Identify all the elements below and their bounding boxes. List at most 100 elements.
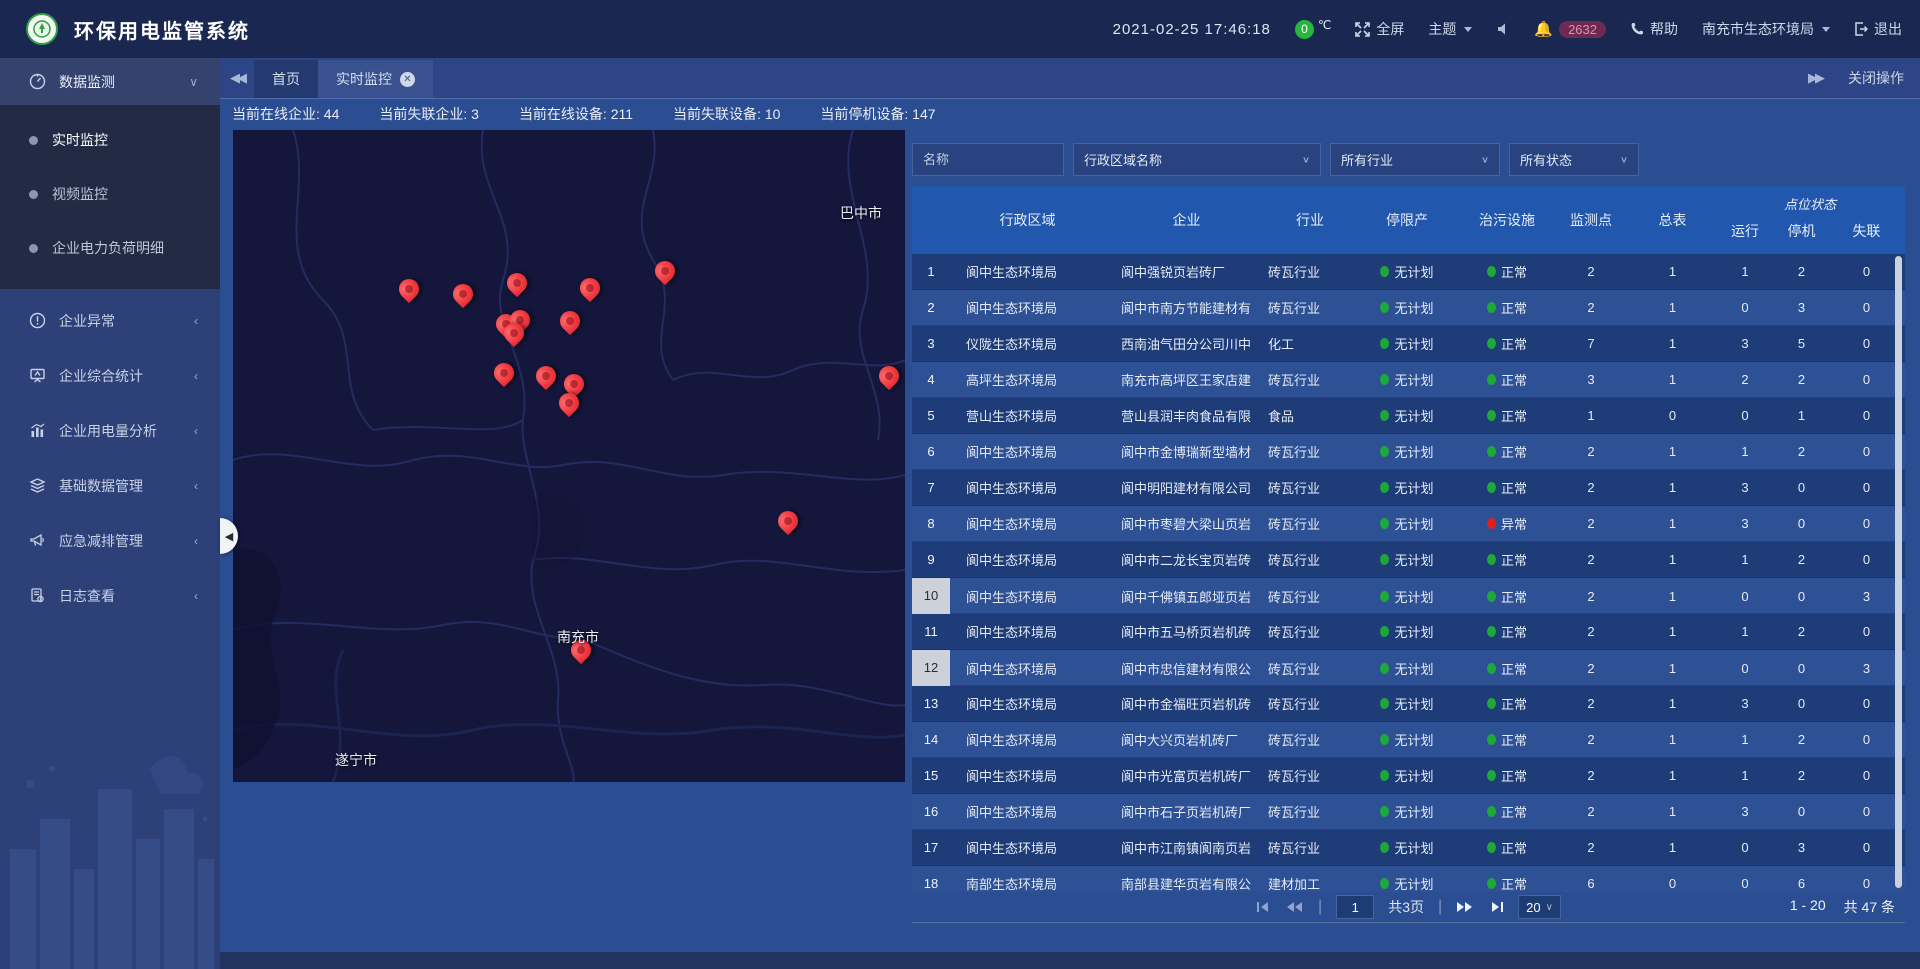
- cell-stopped: 2: [1775, 264, 1828, 279]
- sidebar-item-base-data[interactable]: 基础数据管理 ‹: [0, 462, 220, 509]
- tabs-scroll-left-button[interactable]: ◀◀: [220, 58, 254, 98]
- sidebar-subitem[interactable]: 实时监控: [0, 113, 220, 167]
- table-row[interactable]: 6 阆中生态环境局 阆中市金博瑞新型墙材 砖瓦行业 无计划 正常 2 1 1 2…: [912, 434, 1905, 470]
- table-row[interactable]: 4 高坪生态环境局 南充市高坪区王家店建 砖瓦行业 无计划 正常 3 1 2 2…: [912, 362, 1905, 398]
- table-row[interactable]: 2 阆中生态环境局 阆中市南方节能建材有 砖瓦行业 无计划 正常 2 1 0 3…: [912, 290, 1905, 326]
- table-row[interactable]: 16 阆中生态环境局 阆中市石子页岩机砖厂 砖瓦行业 无计划 正常 2 1 3 …: [912, 794, 1905, 830]
- status-dot-icon: [1487, 806, 1496, 817]
- tab-realtime-monitor[interactable]: 实时监控 ✕: [318, 60, 433, 98]
- col-lost: 失联: [1828, 221, 1905, 241]
- stat-item: 当前在线企业: 44: [232, 104, 339, 124]
- row-index: 4: [912, 372, 950, 387]
- status-dot-icon: [1380, 302, 1389, 313]
- cell-industry: 砖瓦行业: [1268, 550, 1352, 569]
- table-row[interactable]: 14 阆中生态环境局 阆中大兴页岩机砖厂 砖瓦行业 无计划 正常 2 1 1 2…: [912, 722, 1905, 758]
- cell-facility-status: 正常: [1462, 370, 1552, 389]
- page-number-input[interactable]: [1336, 895, 1374, 919]
- sidebar-subitem[interactable]: 企业电力负荷明细: [0, 221, 220, 275]
- table-row[interactable]: 17 阆中生态环境局 阆中市江南镇阆南页岩 砖瓦行业 无计划 正常 2 1 0 …: [912, 830, 1905, 866]
- cell-stopped: 2: [1775, 732, 1828, 747]
- cell-lost: 0: [1828, 372, 1905, 387]
- presentation-board-icon: [27, 367, 47, 384]
- chevron-down-icon: ∨: [1302, 154, 1310, 164]
- cell-points: 2: [1552, 480, 1630, 495]
- row-index: 12: [912, 650, 950, 686]
- sidebar-item-company-stats[interactable]: 企业综合统计 ‹: [0, 352, 220, 399]
- cell-facility-status: 正常: [1462, 874, 1552, 892]
- sidebar-item-logs[interactable]: 日志查看 ‹: [0, 572, 220, 619]
- table-row[interactable]: 10 阆中生态环境局 阆中千佛镇五郎垭页岩 砖瓦行业 无计划 正常 2 1 0 …: [912, 578, 1905, 614]
- name-search-input[interactable]: [912, 143, 1064, 176]
- theme-menu[interactable]: 主题: [1428, 19, 1472, 39]
- prev-page-button[interactable]: [1286, 901, 1304, 913]
- status-dot-icon: [1487, 266, 1496, 277]
- row-index: 15: [912, 768, 950, 783]
- sidebar-item-company-abnormal[interactable]: 企业异常 ‹: [0, 297, 220, 344]
- cell-lost: 0: [1828, 444, 1905, 459]
- tab-home[interactable]: 首页: [254, 60, 318, 98]
- status-select[interactable]: 所有状态 ∨: [1509, 143, 1639, 176]
- sidebar-subitem[interactable]: 视频监控: [0, 167, 220, 221]
- tabs-scroll-right-button[interactable]: ▶▶: [1808, 70, 1822, 86]
- table-row[interactable]: 8 阆中生态环境局 阆中市枣碧大梁山页岩 砖瓦行业 无计划 异常 2 1 3 0…: [912, 506, 1905, 542]
- cell-meters: 1: [1630, 732, 1715, 747]
- sidebar-nav: 数据监测 ∨ 实时监控 视频监控 企业电力负荷明细 企业异常 ‹: [0, 58, 220, 969]
- table-scrollbar[interactable]: [1895, 256, 1902, 888]
- status-dot-icon: [1380, 410, 1389, 421]
- table-row[interactable]: 3 仪陇生态环境局 西南油气田分公司川中 化工 无计划 正常 7 1 3 5 0: [912, 326, 1905, 362]
- cell-company: 阆中市二龙长宝页岩砖: [1105, 550, 1268, 569]
- cell-facility-status: 正常: [1462, 442, 1552, 461]
- table-row[interactable]: 15 阆中生态环境局 阆中市光富页岩机砖厂 砖瓦行业 无计划 正常 2 1 1 …: [912, 758, 1905, 794]
- status-dot-icon: [1487, 554, 1496, 565]
- cell-region: 阆中生态环境局: [950, 298, 1105, 317]
- table-row[interactable]: 18 南部生态环境局 南部县建华页岩有限公 建材加工 无计划 正常 6 0 0 …: [912, 866, 1905, 892]
- sidebar-item-data-monitor[interactable]: 数据监测 ∨: [0, 58, 220, 105]
- cell-industry: 砖瓦行业: [1268, 478, 1352, 497]
- table-row[interactable]: 5 营山生态环境局 营山县润丰肉食品有限 食品 无计划 正常 1 0 0 1 0: [912, 398, 1905, 434]
- close-icon[interactable]: ✕: [400, 72, 415, 87]
- cell-points: 2: [1552, 300, 1630, 315]
- sidebar-item-power-analysis[interactable]: 企业用电量分析 ‹: [0, 407, 220, 454]
- cell-lost: 0: [1828, 840, 1905, 855]
- status-dot-icon: [1380, 878, 1389, 889]
- cell-points: 2: [1552, 516, 1630, 531]
- cell-industry: 建材加工: [1268, 874, 1352, 892]
- region-select[interactable]: 行政区域名称 ∨: [1073, 143, 1321, 176]
- cell-company: 阆中市忠信建材有限公: [1105, 659, 1268, 678]
- cell-meters: 0: [1630, 876, 1715, 891]
- cell-region: 阆中生态环境局: [950, 514, 1105, 533]
- cell-limit-status: 无计划: [1352, 802, 1462, 821]
- industry-select[interactable]: 所有行业 ∨: [1330, 143, 1500, 176]
- table-row[interactable]: 11 阆中生态环境局 阆中市五马桥页岩机砖 砖瓦行业 无计划 正常 2 1 1 …: [912, 614, 1905, 650]
- status-dot-icon: [1487, 374, 1496, 385]
- cell-industry: 砖瓦行业: [1268, 766, 1352, 785]
- chevron-collapsed-icon: ‹: [194, 589, 198, 603]
- sound-mute-button[interactable]: [1496, 22, 1510, 36]
- table-row[interactable]: 1 阆中生态环境局 阆中强锐页岩砖厂 砖瓦行业 无计划 正常 2 1 1 2 0: [912, 254, 1905, 290]
- status-dot-icon: [1380, 626, 1389, 637]
- help-button[interactable]: 帮助: [1630, 19, 1678, 39]
- map-canvas[interactable]: 巴中市 南充市 遂宁市: [233, 130, 905, 782]
- sidebar-item-emergency[interactable]: 应急减排管理 ‹: [0, 517, 220, 564]
- status-dot-icon: [1487, 410, 1496, 421]
- stats-bar: 当前在线企业: 44当前失联企业: 3当前在线设备: 211当前失联设备: 10…: [220, 100, 1920, 128]
- fullscreen-button[interactable]: 全屏: [1355, 19, 1404, 39]
- cell-meters: 1: [1630, 696, 1715, 711]
- table-row[interactable]: 7 阆中生态环境局 阆中明阳建材有限公司 砖瓦行业 无计划 正常 2 1 3 0…: [912, 470, 1905, 506]
- close-operations-button[interactable]: 关闭操作: [1848, 68, 1904, 88]
- page-size-select[interactable]: 20 ∨: [1518, 895, 1561, 919]
- cell-points: 2: [1552, 589, 1630, 604]
- cell-limit-status: 无计划: [1352, 262, 1462, 281]
- cell-industry: 砖瓦行业: [1268, 514, 1352, 533]
- cell-limit-status: 无计划: [1352, 694, 1462, 713]
- table-row[interactable]: 13 阆中生态环境局 阆中市金福旺页岩机砖 砖瓦行业 无计划 正常 2 1 3 …: [912, 686, 1905, 722]
- cell-company: 阆中强锐页岩砖厂: [1105, 262, 1268, 281]
- next-page-button[interactable]: [1456, 901, 1474, 913]
- first-page-button[interactable]: [1256, 901, 1272, 913]
- logout-button[interactable]: 退出: [1854, 19, 1902, 39]
- table-row[interactable]: 12 阆中生态环境局 阆中市忠信建材有限公 砖瓦行业 无计划 正常 2 1 0 …: [912, 650, 1905, 686]
- last-page-button[interactable]: [1488, 901, 1504, 913]
- notifications-button[interactable]: 🔔 2632: [1534, 20, 1606, 38]
- org-menu[interactable]: 南充市生态环境局: [1702, 19, 1830, 39]
- table-row[interactable]: 9 阆中生态环境局 阆中市二龙长宝页岩砖 砖瓦行业 无计划 正常 2 1 1 2…: [912, 542, 1905, 578]
